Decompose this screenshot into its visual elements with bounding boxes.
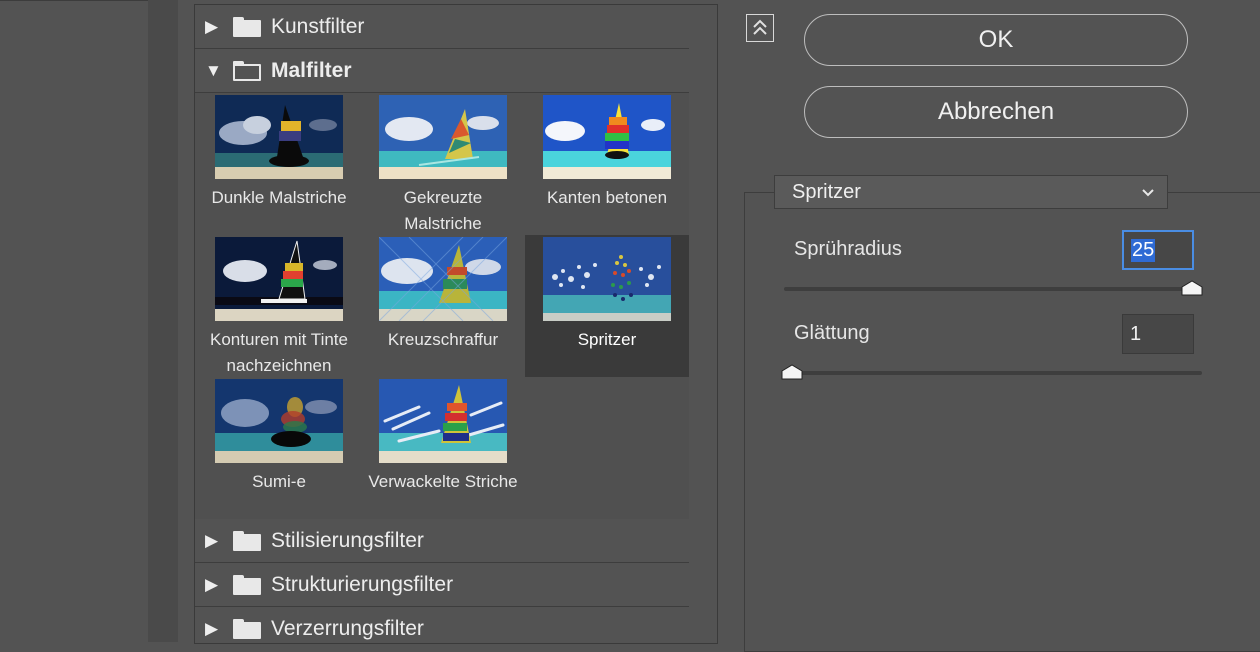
filter-gallery: ▶ Kunstfilter ▼ Malfilter Dunkle Malstri… [194, 4, 718, 644]
expand-arrow-icon[interactable]: ▶ [205, 531, 223, 551]
preview-area [0, 0, 148, 643]
category-strukturierungsfilter[interactable]: ▶ Strukturierungsfilter [195, 563, 689, 607]
filter-thumbnail [215, 379, 343, 463]
filter-thumbnail [379, 379, 507, 463]
glaettung-slider-handle[interactable] [781, 364, 803, 380]
filter-gekreuzte-malstriche[interactable]: Gekreuzte Malstriche [361, 93, 525, 235]
gallery-scrollbar[interactable] [689, 5, 717, 643]
category-label: Strukturierungsfilter [271, 572, 454, 596]
filter-verwackelte-striche[interactable]: Verwackelte Striche [361, 377, 525, 519]
expand-arrow-icon[interactable]: ▶ [205, 575, 223, 595]
filter-caption: Konturen mit Tinte nachzeichnen [210, 330, 348, 375]
filter-thumbnail [215, 95, 343, 179]
filter-select[interactable]: Spritzer [774, 175, 1168, 209]
filter-kreuzschraffur[interactable]: Kreuzschraffur [361, 235, 525, 377]
spruehradius-value: 25 [1131, 238, 1156, 262]
glaettung-label: Glättung [794, 322, 870, 344]
spruehradius-label: Sprühradius [794, 238, 902, 260]
filter-select-value: Spritzer [792, 180, 861, 203]
filter-caption: Verwackelte Striche [368, 472, 518, 491]
spruehradius-slider-handle[interactable] [1181, 280, 1203, 296]
category-stilisierungsfilter[interactable]: ▶ Stilisierungsfilter [195, 519, 689, 563]
filter-thumbnail [379, 237, 507, 321]
collapse-arrow-icon[interactable]: ▼ [205, 61, 223, 81]
glaettung-input[interactable]: 1 [1122, 314, 1194, 354]
filter-sumi-e[interactable]: Sumi-e [197, 377, 361, 519]
folder-icon [233, 618, 261, 639]
filter-caption: Spritzer [577, 330, 637, 349]
preview-edge [148, 0, 178, 642]
category-label: Stilisierungsfilter [271, 528, 424, 552]
glaettung-slider[interactable] [784, 371, 1202, 375]
filter-thumbnail [379, 95, 507, 179]
folder-icon [233, 574, 261, 595]
filter-thumbnail [543, 95, 671, 179]
category-label: Malfilter [271, 58, 352, 82]
category-label: Kunstfilter [271, 14, 365, 38]
category-label: Verzerrungsfilter [271, 616, 424, 640]
filter-spritzer[interactable]: Spritzer [525, 235, 689, 377]
expand-arrow-icon[interactable]: ▶ [205, 619, 223, 639]
cancel-button[interactable]: Abbrechen [804, 86, 1188, 138]
filter-thumbnail [215, 237, 343, 321]
filter-kanten-betonen[interactable]: Kanten betonen [525, 93, 689, 235]
category-verzerrungsfilter[interactable]: ▶ Verzerrungsfilter [195, 607, 689, 643]
chevron-down-icon [1142, 189, 1154, 197]
folder-icon [233, 530, 261, 551]
filter-caption: Gekreuzte Malstriche [403, 188, 483, 233]
folder-icon [233, 16, 261, 37]
double-chevron-up-icon [753, 19, 767, 35]
open-folder-icon [233, 60, 261, 81]
spruehradius-slider[interactable] [784, 287, 1202, 291]
filter-thumbnail [543, 237, 671, 321]
collapse-gallery-button[interactable] [746, 14, 774, 42]
filter-dunkle-malstriche[interactable]: Dunkle Malstriche [197, 93, 361, 235]
filter-caption: Kanten betonen [546, 188, 668, 207]
glaettung-value: 1 [1130, 322, 1142, 345]
filter-caption: Sumi-e [252, 472, 306, 491]
expand-arrow-icon[interactable]: ▶ [205, 17, 223, 37]
filter-caption: Kreuzschraffur [387, 330, 499, 349]
ok-button[interactable]: OK [804, 14, 1188, 66]
filter-konturen-mit-tinte[interactable]: Konturen mit Tinte nachzeichnen [197, 235, 361, 377]
spruehradius-input[interactable]: 25 [1122, 230, 1194, 270]
filter-thumbnail-grid: Dunkle Malstriche Gekreuzte Malstriche K… [195, 93, 689, 520]
category-malfilter[interactable]: ▼ Malfilter [195, 49, 689, 93]
filter-caption: Dunkle Malstriche [211, 188, 347, 207]
category-kunstfilter[interactable]: ▶ Kunstfilter [195, 5, 689, 49]
